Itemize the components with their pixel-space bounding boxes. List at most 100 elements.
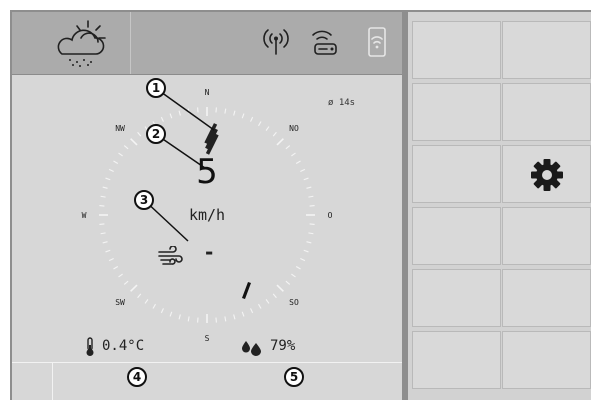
wind-speed-value: 5	[196, 152, 218, 192]
compass-label: W	[82, 211, 87, 220]
compass-tick	[276, 284, 284, 292]
compass-tick	[272, 131, 277, 137]
wind-icon	[158, 246, 183, 265]
function-button[interactable]	[412, 207, 501, 265]
compass-tick	[265, 299, 270, 304]
compass-tick	[105, 249, 111, 253]
function-button[interactable]	[502, 207, 591, 265]
compass-tick	[303, 177, 309, 181]
callout-3: 3	[134, 190, 154, 210]
compass-label: SW	[115, 298, 125, 307]
compass-tick	[224, 316, 227, 322]
function-button[interactable]	[502, 21, 591, 79]
compass-tick	[300, 258, 306, 262]
compass-label: SO	[289, 298, 299, 307]
compass-rose: N NO O SO S SW W NW	[82, 86, 333, 343]
function-button[interactable]	[412, 269, 501, 327]
compass-tick	[123, 145, 129, 150]
compass-tick	[285, 280, 291, 285]
compass-tick	[137, 293, 142, 299]
bottom-divider	[12, 362, 402, 363]
weather-panel: N NO O SO S SW W NW ø 14s 5 km/h - 0.4°C…	[12, 12, 402, 400]
function-button[interactable]	[412, 83, 501, 141]
mobile-connectivity-icon	[368, 27, 386, 57]
compass-tick	[123, 280, 129, 285]
compass-tick	[187, 316, 190, 322]
compass-tick	[169, 311, 173, 317]
compass-tick	[137, 131, 142, 137]
compass-tick	[160, 308, 164, 314]
function-button[interactable]	[502, 83, 591, 141]
water-drops-icon	[242, 341, 261, 356]
compass-tick	[152, 303, 156, 309]
wind-display: N NO O SO S SW W NW ø 14s 5 km/h - 0.4°C…	[12, 75, 402, 400]
compass-tick	[105, 177, 111, 181]
compass-label: N	[205, 88, 210, 97]
humidity-value: 79%	[270, 338, 296, 354]
compass-tick	[100, 195, 106, 198]
compass-label: O	[328, 211, 333, 220]
compass-tick	[102, 186, 108, 189]
measurement-timer: ø 14s	[328, 98, 356, 108]
compass-tick	[291, 273, 296, 278]
gust-indicator-icon	[242, 282, 251, 299]
compass-tick	[130, 138, 138, 146]
header-divider	[130, 12, 131, 74]
function-button[interactable]	[502, 331, 591, 389]
compass-tick	[295, 266, 301, 270]
compass-label: NW	[115, 124, 125, 133]
thermometer-icon	[86, 337, 94, 356]
compass-tick	[308, 232, 314, 235]
compass-tick	[285, 145, 291, 150]
compass-tick	[308, 195, 314, 198]
compass-tick	[130, 284, 138, 292]
compass-tick	[233, 314, 236, 320]
wind-speed-unit: km/h	[188, 206, 226, 224]
compass-tick	[258, 303, 262, 309]
compass-tick	[144, 299, 149, 304]
wind-gust-value: -	[205, 240, 214, 264]
function-button[interactable]	[412, 21, 501, 79]
compass-tick	[169, 113, 173, 119]
compass-tick	[113, 266, 119, 270]
callout-2: 2	[146, 124, 166, 144]
compass-tick	[118, 152, 123, 157]
compass-label: NO	[289, 124, 299, 133]
temperature-value: 0.4°C	[102, 338, 145, 354]
compass-tick	[113, 160, 119, 164]
function-button[interactable]	[502, 269, 591, 327]
compass-tick	[250, 116, 254, 122]
callout-5: 5	[284, 367, 304, 387]
compass-tick	[303, 249, 309, 253]
compass-tick	[250, 308, 254, 314]
compass-tick	[241, 311, 245, 317]
settings-button[interactable]	[502, 145, 591, 203]
compass-tick	[178, 110, 181, 116]
function-button[interactable]	[412, 331, 501, 389]
compass-tick	[102, 241, 108, 244]
compass-tick	[178, 314, 181, 320]
compass-tick	[241, 113, 245, 119]
gps-receiver-icon	[312, 30, 337, 55]
callout-4: 4	[127, 367, 147, 387]
weather-header	[12, 12, 402, 75]
gear-icon	[531, 159, 563, 191]
compass-tick	[108, 168, 114, 172]
bottom-slot[interactable]	[12, 363, 53, 400]
compass-tick	[108, 258, 114, 262]
callout-1: 1	[146, 78, 166, 98]
compass-tick	[276, 138, 284, 146]
compass-tick	[118, 273, 123, 278]
compass-tick	[300, 168, 306, 172]
compass-label: S	[205, 334, 210, 343]
wind-direction-arrow-icon	[204, 123, 219, 155]
compass-tick	[295, 160, 301, 164]
compass-tick	[265, 126, 270, 131]
compass-tick	[160, 116, 164, 122]
compass-tick	[306, 241, 312, 244]
compass-tick	[233, 110, 236, 116]
cloud-sun-rain-icon[interactable]	[48, 18, 112, 68]
compass-tick	[258, 121, 262, 127]
compass-tick	[291, 152, 296, 157]
function-button[interactable]	[412, 145, 501, 203]
